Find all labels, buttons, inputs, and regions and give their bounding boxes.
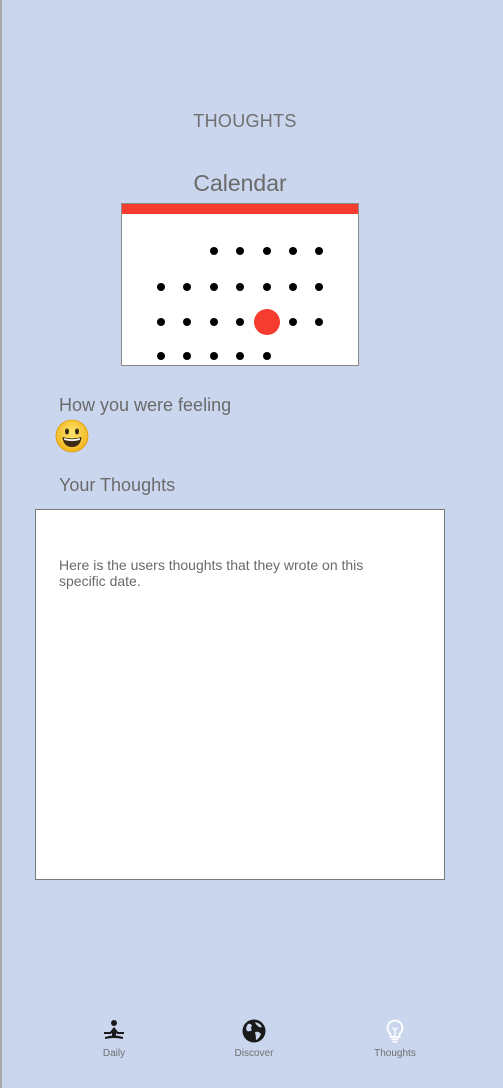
calendar-day[interactable] xyxy=(183,283,191,291)
calendar-day[interactable] xyxy=(183,318,191,326)
calendar-day[interactable] xyxy=(236,247,244,255)
calendar-day[interactable] xyxy=(263,352,271,360)
calendar-day[interactable] xyxy=(157,318,165,326)
calendar-day[interactable] xyxy=(210,352,218,360)
grinning-face-icon xyxy=(55,419,89,453)
calendar-day[interactable] xyxy=(236,318,244,326)
calendar-selected-day[interactable] xyxy=(254,309,280,335)
calendar-day[interactable] xyxy=(183,352,191,360)
calendar-day[interactable] xyxy=(157,283,165,291)
thoughts-label: Your Thoughts xyxy=(59,475,176,495)
meditation-icon xyxy=(104,1020,124,1039)
tab-discover-label: Discover xyxy=(234,1048,274,1059)
tab-daily-label: Daily xyxy=(102,1048,126,1059)
calendar-day[interactable] xyxy=(157,352,165,360)
calendar-day[interactable] xyxy=(236,283,244,291)
calendar-day[interactable] xyxy=(210,283,218,291)
calendar-day[interactable] xyxy=(210,247,218,255)
calendar-day[interactable] xyxy=(289,283,297,291)
tab-discover[interactable]: Discover xyxy=(204,1010,304,1070)
window-edge xyxy=(0,0,2,1088)
thoughts-panel[interactable]: Here is the users thoughts that they wro… xyxy=(35,509,445,880)
globe-icon xyxy=(242,1019,266,1043)
tab-thoughts-label: Thoughts xyxy=(374,1048,416,1059)
calendar-day[interactable] xyxy=(210,318,218,326)
calendar-day[interactable] xyxy=(289,318,297,326)
calendar-day[interactable] xyxy=(315,318,323,326)
tab-bar: Daily Discover Thoughts xyxy=(0,1010,503,1088)
calendar-day[interactable] xyxy=(289,247,297,255)
thoughts-text: Here is the users thoughts that they wro… xyxy=(59,557,364,589)
lightbulb-icon xyxy=(386,1019,404,1043)
calendar-day[interactable] xyxy=(236,352,244,360)
calendar-heading: Calendar xyxy=(193,170,287,196)
page-title: THOUGHTS xyxy=(193,111,297,131)
calendar-day[interactable] xyxy=(263,247,271,255)
tab-thoughts[interactable]: Thoughts xyxy=(345,1010,445,1070)
calendar-day[interactable] xyxy=(263,283,271,291)
calendar-day[interactable] xyxy=(315,283,323,291)
calendar-widget[interactable] xyxy=(121,203,359,366)
calendar-day[interactable] xyxy=(315,247,323,255)
feeling-label: How you were feeling xyxy=(59,395,232,415)
calendar-header-bar xyxy=(122,204,358,214)
tab-daily[interactable]: Daily xyxy=(64,1010,164,1070)
